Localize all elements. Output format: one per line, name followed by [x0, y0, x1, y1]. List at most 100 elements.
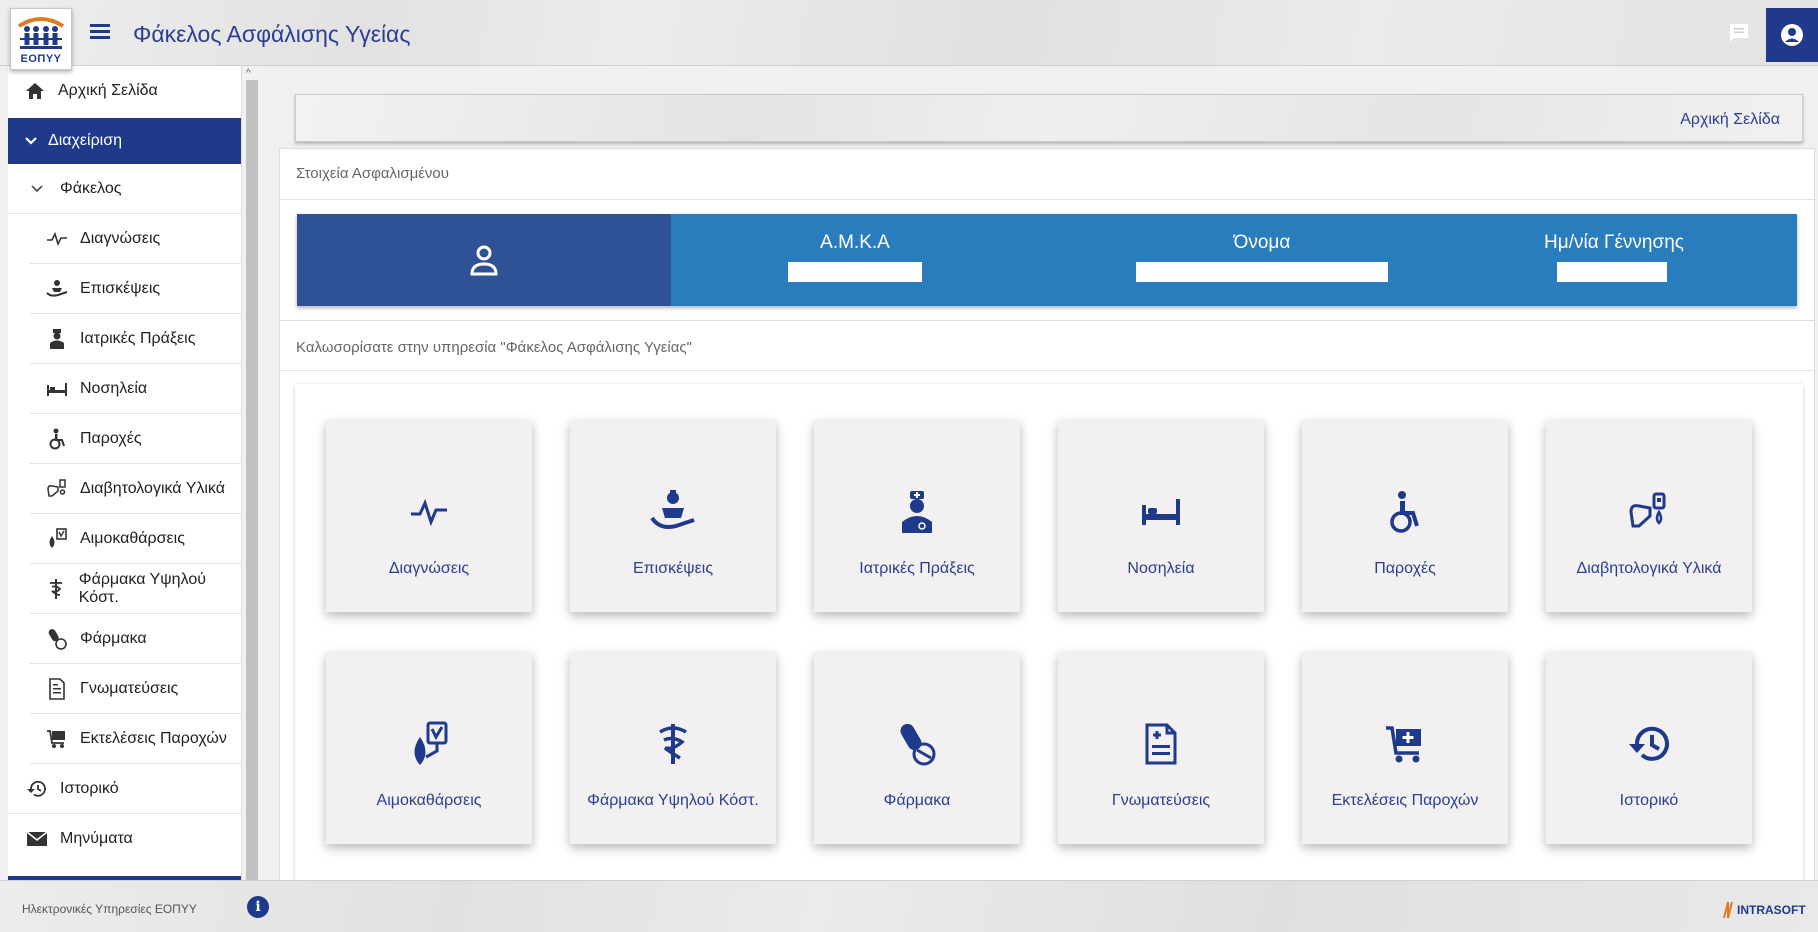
tile-label: Γνωματεύσεις	[1111, 792, 1211, 809]
sidebar-item-hospitalization[interactable]: Νοσηλεία	[30, 364, 241, 414]
envelope-icon	[26, 828, 48, 850]
tile-label: Διαγνώσεις	[388, 560, 470, 577]
sidebar-item-label: Γνωματεύσεις	[80, 679, 179, 697]
amka-value-redacted	[788, 262, 922, 282]
info-icon[interactable]: i	[247, 896, 269, 918]
breadcrumb-home-link[interactable]: Αρχική Σελίδα	[1680, 111, 1780, 129]
user-icon	[1781, 24, 1803, 46]
tile-label: Αιμοκαθάρσεις	[376, 792, 482, 809]
menu-toggle-icon[interactable]	[90, 24, 110, 40]
sidebar-scrollbar[interactable]: ^	[241, 66, 261, 880]
insured-avatar	[297, 214, 671, 306]
intrasoft-logo: INTRASOFT	[1722, 901, 1806, 919]
sidebar-item-diagnoses[interactable]: Διαγνώσεις	[30, 214, 241, 264]
eopyy-logo[interactable]: ΕΟΠΥΥ	[10, 8, 72, 70]
tile-label: Ιστορικό	[1619, 792, 1679, 809]
sidebar-item-label: Νοσηλεία	[80, 379, 148, 397]
doctor-icon	[814, 490, 1020, 534]
patient-bed-icon	[46, 278, 68, 300]
tile-diabetic-supplies[interactable]: Διαβητολογικά Υλικά	[1546, 420, 1752, 612]
glucose-meter-icon	[46, 478, 68, 500]
chevron-down-icon	[30, 178, 44, 200]
scrollbar-thumb[interactable]	[246, 80, 258, 880]
insured-panel-title: Στοιχεία Ασφαλισμένου	[296, 165, 449, 182]
app-header: ΕΟΠΥΥ Φάκελος Ασφάλισης Υγείας	[0, 0, 1818, 70]
chevron-down-icon	[24, 130, 38, 152]
user-account-button[interactable]	[1766, 8, 1818, 62]
eopyy-logo-icon	[17, 16, 65, 49]
tile-label: Παροχές	[1374, 560, 1436, 577]
tile-medical-acts[interactable]: Ιατρικές Πράξεις	[814, 420, 1020, 612]
patient-bed-icon	[570, 490, 776, 534]
sidebar-item-label: Φάρμακα Υψηλού Κόστ.	[78, 570, 206, 606]
tile-drugs[interactable]: Φάρμακα	[814, 652, 1020, 844]
tile-medical-opinions[interactable]: Γνωματεύσεις	[1058, 652, 1264, 844]
sidebar-item-home[interactable]: Αρχική Σελίδα	[8, 66, 241, 116]
breadcrumb: Αρχική Σελίδα	[295, 94, 1803, 142]
sidebar-item-label: Διαγνώσεις	[80, 229, 161, 247]
sidebar-item-benefit-executions[interactable]: Εκτελέσεις Παροχών	[30, 714, 241, 764]
logo-text: ΕΟΠΥΥ	[20, 52, 62, 65]
tile-history[interactable]: Ιστορικό	[1546, 652, 1752, 844]
sidebar-item-drugs[interactable]: Φάρμακα	[30, 614, 241, 664]
tile-label: Ιατρικές Πράξεις	[859, 560, 975, 577]
sidebar-item-dialysis[interactable]: Αιμοκαθάρσεις	[30, 514, 241, 564]
sidebar-item-label: Ιστορικό	[60, 779, 119, 797]
medical-document-icon	[46, 677, 68, 700]
amka-field: Α.Μ.Κ.Α	[777, 232, 933, 282]
app-footer: Ηλεκτρονικές Υπηρεσίες ΕΟΠΥΥ i INTRASOFT	[0, 880, 1818, 932]
blood-drop-icon	[46, 527, 68, 550]
sidebar-item-medical-opinions[interactable]: Γνωματεύσεις	[30, 664, 241, 714]
tile-dialysis[interactable]: Αιμοκαθάρσεις	[326, 652, 532, 844]
tile-visits[interactable]: Επισκέψεις	[570, 420, 776, 612]
name-label: Όνομα	[1233, 232, 1291, 253]
tile-label: Διαβητολογικά Υλικά	[1576, 560, 1722, 577]
sidebar-item-medical-acts[interactable]: Ιατρικές Πράξεις	[30, 314, 241, 364]
doctor-icon	[46, 328, 68, 350]
sidebar-item-management[interactable]: Διαχείριση	[8, 118, 241, 164]
sidebar-item-folder[interactable]: Φάκελος	[8, 164, 241, 214]
home-icon	[24, 80, 46, 102]
bed-icon	[1058, 490, 1264, 534]
tile-label: Φάρμακα	[883, 792, 951, 809]
sidebar-item-messages[interactable]: Μηνύματα	[8, 814, 241, 864]
pulse-icon	[46, 228, 68, 250]
sidebar-item-label: Εκτελέσεις Παροχών	[80, 729, 227, 747]
sidebar-item-label: Διαχείριση	[48, 132, 123, 149]
footer-text: Ηλεκτρονικές Υπηρεσίες ΕΟΠΥΥ	[22, 902, 197, 916]
caduceus-icon	[570, 722, 776, 766]
chat-icon[interactable]	[1728, 23, 1750, 43]
pills-icon	[46, 628, 68, 650]
tile-hospitalization[interactable]: Νοσηλεία	[1058, 420, 1264, 612]
caduceus-icon	[46, 578, 67, 600]
medical-cart-icon	[1302, 722, 1508, 766]
scroll-up-icon[interactable]: ^	[246, 68, 251, 79]
wheelchair-icon	[1302, 490, 1508, 534]
intrasoft-brand: INTRASOFT	[1737, 903, 1806, 917]
tile-diagnoses[interactable]: Διαγνώσεις	[326, 420, 532, 612]
sidebar-item-history[interactable]: Ιστορικό	[8, 764, 241, 814]
sidebar-item-visits[interactable]: Επισκέψεις	[30, 264, 241, 314]
sidebar-item-benefits[interactable]: Παροχές	[30, 414, 241, 464]
sidebar-item-label: Ιατρικές Πράξεις	[80, 329, 196, 347]
welcome-text: Καλωσορίσατε στην υπηρεσία "Φάκελος Ασφά…	[296, 339, 692, 356]
dob-value-redacted	[1557, 262, 1667, 282]
tile-label: Επισκέψεις	[632, 560, 714, 577]
tile-label: Νοσηλεία	[1127, 560, 1195, 577]
tile-benefits[interactable]: Παροχές	[1302, 420, 1508, 612]
services-card: Διαγνώσεις Επισκέψεις Ιατρικές Πράξεις Ν…	[295, 384, 1803, 932]
tile-benefit-executions[interactable]: Εκτελέσεις Παροχών	[1302, 652, 1508, 844]
insured-info-bar: Α.Μ.Κ.Α Όνομα Ημ/νία Γέννησης	[297, 214, 1797, 306]
tile-high-cost-drugs[interactable]: Φάρμακα Υψηλού Κόστ.	[570, 652, 776, 844]
dob-field: Ημ/νία Γέννησης	[1519, 232, 1709, 282]
bed-icon	[46, 378, 68, 400]
sidebar-item-diabetic-supplies[interactable]: Διαβητολογικά Υλικά	[30, 464, 241, 514]
sidebar-item-label: Διαβητολογικά Υλικά	[80, 479, 225, 497]
intrasoft-mark-icon	[1723, 901, 1733, 919]
sidebar-item-high-cost-drugs[interactable]: Φάρμακα Υψηλού Κόστ.	[30, 564, 241, 614]
blood-drop-icon	[326, 721, 532, 766]
sidebar-item-label: Φάρμακα	[80, 629, 147, 647]
wheelchair-icon	[46, 428, 68, 450]
app-title: Φάκελος Ασφάλισης Υγείας	[133, 21, 411, 47]
history-icon	[1546, 722, 1752, 766]
